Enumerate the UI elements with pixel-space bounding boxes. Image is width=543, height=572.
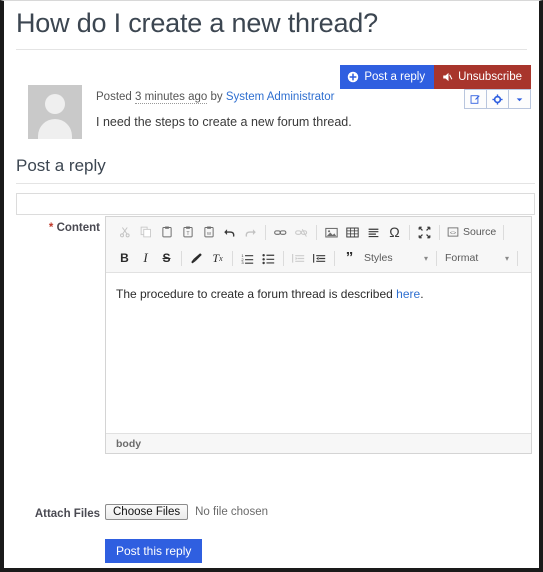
bold-icon[interactable]: B (114, 248, 135, 268)
svg-text:T: T (186, 231, 190, 237)
special-character-icon[interactable]: Ω (384, 222, 405, 242)
unsubscribe-button[interactable]: Unsubscribe (434, 65, 531, 89)
styles-dropdown[interactable]: Styles ▾ (360, 248, 432, 268)
blockquote-icon[interactable]: ” (339, 248, 360, 268)
forum-thread-page: How do I create a new thread? Post a rep… (0, 0, 543, 572)
toolbar-separator (232, 250, 233, 266)
by-label: by (210, 91, 223, 103)
avatar (28, 85, 82, 139)
toolbar-separator (436, 250, 438, 266)
outdent-icon[interactable] (288, 248, 309, 268)
toolbar-separator (334, 250, 335, 266)
maximize-icon[interactable] (414, 222, 435, 242)
title-divider (16, 49, 527, 51)
reply-subject-input[interactable] (16, 193, 535, 215)
toolbar-separator (265, 224, 266, 240)
avatar-head (45, 94, 65, 114)
post-a-reply-button[interactable]: Post a reply (340, 65, 435, 89)
original-post: Posted 3 minutes ago by System Administr… (28, 85, 352, 139)
toolbar-separator (316, 224, 317, 240)
reply-section-divider (16, 183, 535, 184)
svg-text:<>: <> (450, 230, 456, 236)
paste-as-text-icon[interactable]: T (177, 222, 198, 242)
gear-icon[interactable] (486, 89, 509, 109)
rich-text-editor: T W Ω <> Source B I S T x 1 2 3 ” Styles… (105, 216, 532, 454)
chevron-down-icon[interactable] (508, 89, 531, 109)
page-title: How do I create a new thread? (16, 8, 378, 38)
choose-files-button[interactable]: Choose Files (105, 504, 189, 520)
table-icon[interactable] (342, 222, 363, 242)
svg-text:W: W (206, 231, 211, 236)
toolbar-separator (409, 224, 410, 240)
italic-icon[interactable]: I (135, 248, 156, 268)
post-this-reply-button[interactable]: Post this reply (105, 539, 203, 563)
horizontal-rule-icon[interactable] (363, 222, 384, 242)
toolbar-separator (503, 224, 505, 240)
toolbar-separator (439, 224, 440, 240)
editor-toolbar: T W Ω <> Source B I S T x 1 2 3 ” Styles… (106, 217, 531, 273)
image-icon[interactable] (321, 222, 342, 242)
editor-toolbar-row-2: B I S Tx 123 ” Styles ▾ Format ▾ (108, 245, 529, 271)
format-dropdown[interactable]: Format ▾ (441, 248, 513, 268)
styles-dropdown-label: Styles (364, 252, 393, 264)
required-asterisk: * (48, 222, 54, 234)
source-button[interactable]: <> Source (444, 222, 499, 242)
no-file-chosen-text: No file chosen (195, 506, 268, 518)
redo-icon[interactable] (240, 222, 261, 242)
bell-slash-icon (441, 71, 453, 83)
unlink-icon[interactable] (291, 222, 312, 242)
element-path-body[interactable]: body (116, 438, 141, 450)
source-code-icon: <> (447, 227, 459, 237)
editor-toolbar-row-1: T W Ω <> Source (108, 219, 529, 245)
content-label-text: Content (56, 222, 100, 234)
paste-icon[interactable] (156, 222, 177, 242)
attach-files-row: Choose Files No file chosen (105, 504, 268, 520)
source-label: Source (463, 226, 497, 238)
content-field-label: * Content (4, 222, 100, 234)
chevron-down-icon: ▾ (505, 253, 510, 263)
post-byline: Posted 3 minutes ago by System Administr… (96, 89, 352, 105)
copy-icon[interactable] (135, 222, 156, 242)
edit-icon[interactable] (464, 89, 487, 109)
link-icon[interactable] (270, 222, 291, 242)
editor-element-path: body (106, 433, 531, 453)
attach-files-label: Attach Files (34, 508, 100, 520)
bulleted-list-icon[interactable] (258, 248, 279, 268)
post-timestamp[interactable]: 3 minutes ago (135, 91, 208, 104)
unsubscribe-label: Unsubscribe (458, 71, 522, 83)
remove-format-brush-icon[interactable] (186, 248, 207, 268)
editor-text-before-link: The procedure to create a forum thread i… (116, 287, 397, 301)
thread-tool-buttons (464, 89, 531, 109)
post-body-text: I need the steps to create a new forum t… (96, 115, 352, 129)
toolbar-separator (283, 250, 284, 266)
thread-action-buttons: Post a reply Unsubscribe (340, 65, 531, 89)
strikethrough-icon[interactable]: S (156, 248, 177, 268)
toolbar-separator (517, 250, 519, 266)
chevron-down-icon: ▾ (424, 253, 429, 263)
plus-circle-icon (347, 71, 359, 83)
editor-inline-link[interactable]: here (396, 287, 420, 301)
editor-content-area[interactable]: The procedure to create a forum thread i… (106, 273, 531, 433)
undo-icon[interactable] (219, 222, 240, 242)
indent-icon[interactable] (309, 248, 330, 268)
remove-format-icon[interactable]: Tx (207, 248, 228, 268)
post-a-reply-label: Post a reply (364, 71, 426, 83)
post-meta: Posted 3 minutes ago by System Administr… (96, 85, 352, 139)
numbered-list-icon[interactable]: 123 (237, 248, 258, 268)
avatar-body (38, 119, 72, 139)
posted-prefix: Posted (96, 91, 132, 103)
cut-icon[interactable] (114, 222, 135, 242)
post-author-link[interactable]: System Administrator (226, 91, 335, 103)
reply-section-title: Post a reply (16, 156, 106, 175)
paste-from-word-icon[interactable]: W (198, 222, 219, 242)
editor-text-after-link: . (420, 287, 424, 301)
svg-text:3: 3 (241, 260, 244, 265)
format-dropdown-label: Format (445, 252, 479, 264)
toolbar-separator (181, 250, 182, 266)
